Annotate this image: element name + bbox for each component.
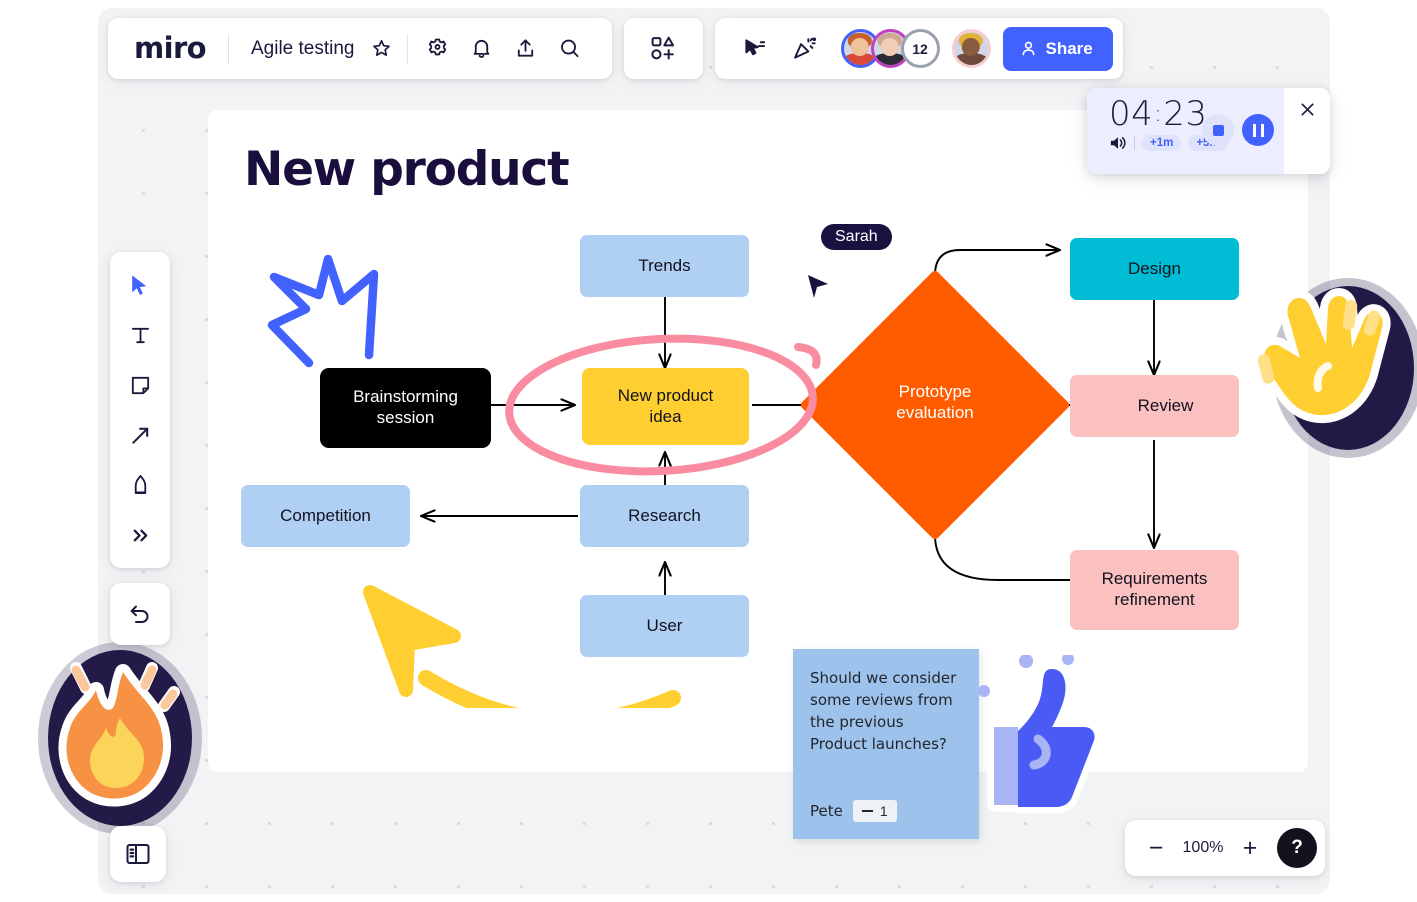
sticky-note-vote-control[interactable]: 1 [852, 800, 897, 822]
bell-icon[interactable] [460, 27, 504, 71]
timer-stop-button[interactable] [1202, 114, 1234, 146]
node-label: Trends [638, 255, 691, 275]
shapes-add-icon[interactable] [641, 27, 685, 71]
zoom-level-label[interactable]: 100% [1177, 839, 1229, 857]
node-label-line2: idea [649, 406, 682, 426]
shapes-panel-button[interactable] [623, 18, 703, 79]
timer-widget[interactable]: 04:23 +1m +5m [1087, 88, 1330, 174]
node-research[interactable]: Research [580, 485, 749, 547]
canvas-frame[interactable]: New product Brainstorming session Trends… [208, 110, 1308, 772]
arrow-tool[interactable] [110, 410, 170, 460]
volume-icon[interactable] [1109, 135, 1127, 151]
node-new-product-idea[interactable]: New product idea [582, 368, 749, 445]
board-header-card: miro Agile testing [108, 18, 612, 79]
node-label: Research [628, 505, 701, 525]
help-button[interactable]: ? [1277, 828, 1317, 868]
node-trends[interactable]: Trends [580, 235, 749, 297]
vote-minus-icon[interactable] [861, 809, 873, 813]
node-requirements-refinement[interactable]: Requirements refinement [1070, 550, 1239, 630]
share-button-label: Share [1045, 38, 1093, 58]
node-label-line1: Requirements [1101, 569, 1208, 589]
node-label: Review [1137, 395, 1194, 415]
party-popper-icon[interactable] [783, 27, 827, 71]
sticky-note-footer: Pete 1 [810, 800, 897, 822]
undo-tool[interactable] [110, 583, 170, 645]
node-label-line2: session [376, 408, 435, 427]
node-competition[interactable]: Competition [241, 485, 410, 547]
search-icon[interactable] [548, 27, 592, 71]
vote-count: 1 [879, 803, 888, 819]
node-label-line1: Brainstorming [353, 387, 458, 407]
upload-icon[interactable] [504, 27, 548, 71]
select-tool[interactable] [110, 260, 170, 310]
collaborator-avatars: 12 [840, 29, 991, 68]
canvas-inner: New product Brainstorming session Trends… [208, 110, 1308, 772]
node-label: Design [1128, 258, 1181, 278]
star-icon[interactable] [365, 27, 399, 71]
cursor-select-icon[interactable] [733, 27, 777, 71]
node-user[interactable]: User [580, 595, 749, 657]
miro-logo[interactable]: miro [134, 34, 228, 63]
panel-toggle-button[interactable] [110, 826, 166, 882]
miro-app: New product Brainstorming session Trends… [0, 0, 1417, 902]
sticky-note[interactable]: Should we consider some reviews from the… [793, 649, 979, 839]
collaborator-cursor-label: Sarah [821, 224, 892, 250]
timer-transport-controls [1202, 114, 1274, 146]
avatar-collaborator-4[interactable] [951, 29, 991, 68]
timer-seconds: 23 [1163, 94, 1208, 134]
collaboration-card: 12 Share [714, 18, 1123, 79]
node-brainstorming-session[interactable]: Brainstorming session [320, 368, 491, 448]
stop-icon [1212, 124, 1224, 136]
sticky-note-tool[interactable] [110, 360, 170, 410]
sticky-note-author: Pete [810, 802, 843, 820]
sticky-note-text: Should we consider some reviews from the… [810, 669, 957, 754]
avatar-face [954, 32, 988, 65]
timer-add-1m-button[interactable]: +1m [1142, 134, 1182, 151]
board-name[interactable]: Agile testing [229, 38, 365, 60]
node-design[interactable]: Design [1070, 238, 1239, 300]
node-label: User [646, 615, 683, 635]
overflow-count-label: 12 [912, 40, 928, 57]
timer-close-button[interactable] [1284, 88, 1330, 174]
node-label-line1: New product [617, 385, 714, 405]
left-toolbar [110, 252, 170, 568]
timer-separator: : [1154, 102, 1163, 127]
zoom-in-button[interactable]: + [1233, 828, 1267, 868]
text-tool[interactable] [110, 310, 170, 360]
more-tools[interactable] [110, 510, 170, 560]
timer-body: 04:23 +1m +5m [1087, 88, 1284, 174]
gear-icon[interactable] [416, 27, 460, 71]
node-review[interactable]: Review [1070, 375, 1239, 437]
pen-tool[interactable] [110, 460, 170, 510]
divider [406, 33, 408, 64]
timer-pause-button[interactable] [1242, 114, 1274, 146]
timer-minutes: 04 [1109, 94, 1154, 134]
node-label-line2: refinement [1114, 590, 1195, 609]
avatar-overflow-count[interactable]: 12 [900, 29, 940, 68]
divider [1134, 135, 1135, 150]
top-toolbar: miro Agile testing 12 Share [108, 18, 1123, 79]
pause-icon [1252, 123, 1264, 137]
share-button[interactable]: Share [1002, 26, 1113, 71]
node-label: Competition [280, 505, 371, 525]
zoom-controls: − 100% + ? [1125, 820, 1325, 876]
zoom-out-button[interactable]: − [1139, 828, 1173, 868]
